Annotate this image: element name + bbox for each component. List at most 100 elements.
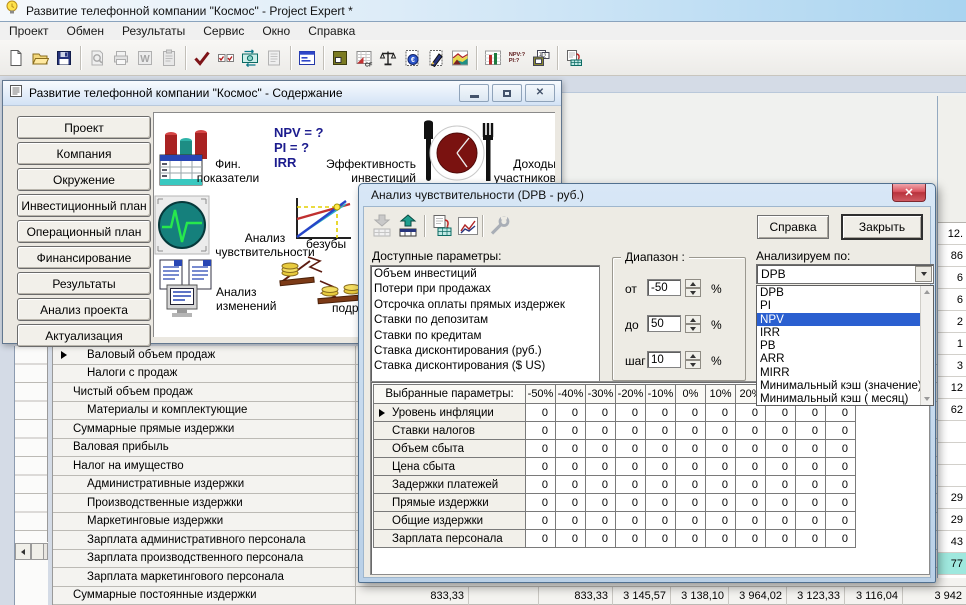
list-option[interactable]: Ставки по депозитам xyxy=(371,312,599,327)
grid-cell[interactable]: 0 xyxy=(766,458,796,476)
close-button[interactable]: ✕ xyxy=(525,84,555,102)
table-cell[interactable]: 6 xyxy=(938,289,966,311)
grid-cell[interactable]: 0 xyxy=(616,404,646,422)
list-option[interactable]: Ставка дисконтирования ($ US) xyxy=(371,358,599,373)
grid-cell[interactable]: 0 xyxy=(586,458,616,476)
grid-cell[interactable]: 0 xyxy=(646,512,676,530)
financial-indicators-label[interactable]: Фин. показатели xyxy=(196,157,260,185)
table-cell[interactable]: 833,33 xyxy=(356,587,468,605)
table-cell[interactable]: 1 xyxy=(938,333,966,355)
grid-cell[interactable]: 0 xyxy=(556,422,586,440)
grid-cell[interactable]: 0 xyxy=(736,404,766,422)
spin-down-button[interactable] xyxy=(685,360,701,369)
dropdown-option[interactable]: Минимальный кэш ( месяц) xyxy=(757,392,933,405)
table-cell[interactable]: 86 xyxy=(938,245,966,267)
npv-calc-icon[interactable]: NPV:? PI:? xyxy=(505,45,529,71)
grid-cell[interactable]: 0 xyxy=(766,422,796,440)
section-button[interactable]: Компания xyxy=(17,142,151,165)
scrollbar-thumb[interactable] xyxy=(31,544,44,559)
grid-cell[interactable]: 0 xyxy=(826,512,856,530)
grid-row[interactable]: Зарплата персонала00000000000 xyxy=(374,530,856,548)
grid-cell[interactable]: 0 xyxy=(556,404,586,422)
menu-item[interactable]: Окно xyxy=(253,23,299,39)
grid-cell[interactable]: 0 xyxy=(526,530,556,548)
table-cell[interactable]: 3 145,57 xyxy=(612,587,670,605)
grid-cell[interactable]: 0 xyxy=(526,476,556,494)
grid-cell[interactable]: 0 xyxy=(736,530,766,548)
project-book-icon[interactable] xyxy=(328,45,352,71)
grid-row[interactable]: Уровень инфляции00000000000 xyxy=(374,404,856,422)
sensitivity-analysis-icon[interactable] xyxy=(154,195,210,260)
grid-cell[interactable]: 0 xyxy=(646,494,676,512)
grid-cell[interactable]: 0 xyxy=(556,512,586,530)
section-button[interactable]: Инвестиционный план xyxy=(17,194,151,217)
grid-cell[interactable]: 0 xyxy=(766,512,796,530)
scroll-left-button[interactable] xyxy=(16,544,31,559)
table-cell[interactable] xyxy=(938,443,966,465)
list-option[interactable]: Ставка дисконтирования (руб.) xyxy=(371,343,599,358)
grid-row[interactable]: Задержки платежей00000000000 xyxy=(374,476,856,494)
grid-cell[interactable]: 0 xyxy=(646,476,676,494)
grid-cell[interactable]: 0 xyxy=(706,440,736,458)
grid-cell[interactable]: 0 xyxy=(526,458,556,476)
section-button[interactable]: Актуализация xyxy=(17,324,151,347)
grid-cell[interactable]: 0 xyxy=(586,440,616,458)
table-cell[interactable]: 62 xyxy=(938,399,966,421)
menu-item[interactable]: Справка xyxy=(299,23,364,39)
range-from-input[interactable] xyxy=(647,279,681,296)
grid-cell[interactable]: 0 xyxy=(676,512,706,530)
dropdown-option[interactable]: IRR xyxy=(757,326,933,339)
grid-cell[interactable]: 0 xyxy=(796,494,826,512)
main-titlebar[interactable]: Развитие телефонной компании "Космос" - … xyxy=(0,0,966,22)
close-dialog-button[interactable]: Закрыть xyxy=(841,214,923,240)
grid-cell[interactable]: 0 xyxy=(646,458,676,476)
grid-cell[interactable]: 0 xyxy=(796,530,826,548)
grid-row[interactable]: Прямые издержки00000000000 xyxy=(374,494,856,512)
horizontal-scrollbar[interactable] xyxy=(15,543,48,560)
money-report-icon[interactable]: € xyxy=(400,45,424,71)
section-button[interactable]: Окружение xyxy=(17,168,151,191)
dropdown-option[interactable]: PB xyxy=(757,339,933,352)
grid-cell[interactable]: 0 xyxy=(766,404,796,422)
window-cascade-icon[interactable]: 12 xyxy=(529,45,553,71)
grid-cell[interactable]: 0 xyxy=(526,440,556,458)
grid-cell[interactable]: 0 xyxy=(736,458,766,476)
grid-cell[interactable]: 0 xyxy=(826,530,856,548)
table-cell[interactable] xyxy=(468,587,538,605)
grid-cell[interactable]: 0 xyxy=(826,494,856,512)
list-option[interactable]: Ставки по кредитам xyxy=(371,328,599,343)
menu-item[interactable]: Сервис xyxy=(194,23,253,39)
grid-cell[interactable]: 0 xyxy=(676,404,706,422)
maximize-button[interactable] xyxy=(492,84,522,102)
spin-up-button[interactable] xyxy=(685,315,701,324)
grid-cell[interactable]: 0 xyxy=(796,422,826,440)
grid-cell[interactable]: 0 xyxy=(556,458,586,476)
grid-cell[interactable]: 0 xyxy=(736,476,766,494)
grid-row[interactable]: Общие издержки00000000000 xyxy=(374,512,856,530)
table-cell[interactable]: 77 xyxy=(938,553,966,575)
cashflow-table-icon[interactable]: CF xyxy=(352,45,376,71)
grid-cell[interactable]: 0 xyxy=(616,512,646,530)
list-option[interactable]: Отсрочка оплаты прямых издержек xyxy=(371,297,599,312)
grid-cell[interactable]: 0 xyxy=(826,458,856,476)
grid-cell[interactable]: 0 xyxy=(736,422,766,440)
grid-cell[interactable]: 0 xyxy=(706,494,736,512)
section-button[interactable]: Проект xyxy=(17,116,151,139)
grid-cell[interactable]: 0 xyxy=(736,440,766,458)
range-from-stepper[interactable] xyxy=(685,279,701,297)
grid-cell[interactable]: 0 xyxy=(826,422,856,440)
grid-cell[interactable]: 0 xyxy=(616,440,646,458)
grid-cell[interactable]: 0 xyxy=(586,494,616,512)
grid-cell[interactable]: 0 xyxy=(616,422,646,440)
range-step-stepper[interactable] xyxy=(685,351,701,369)
grid-cell[interactable]: 0 xyxy=(676,458,706,476)
grid-cell[interactable]: 0 xyxy=(586,422,616,440)
grid-cell[interactable]: 0 xyxy=(796,458,826,476)
table-cell[interactable] xyxy=(938,421,966,443)
show-chart-icon[interactable] xyxy=(456,213,480,239)
grid-cell[interactable]: 0 xyxy=(586,530,616,548)
grid-cell[interactable]: 0 xyxy=(526,512,556,530)
grid-cell[interactable]: 0 xyxy=(766,476,796,494)
scales-icon[interactable] xyxy=(376,45,400,71)
section-button[interactable]: Операционный план xyxy=(17,220,151,243)
